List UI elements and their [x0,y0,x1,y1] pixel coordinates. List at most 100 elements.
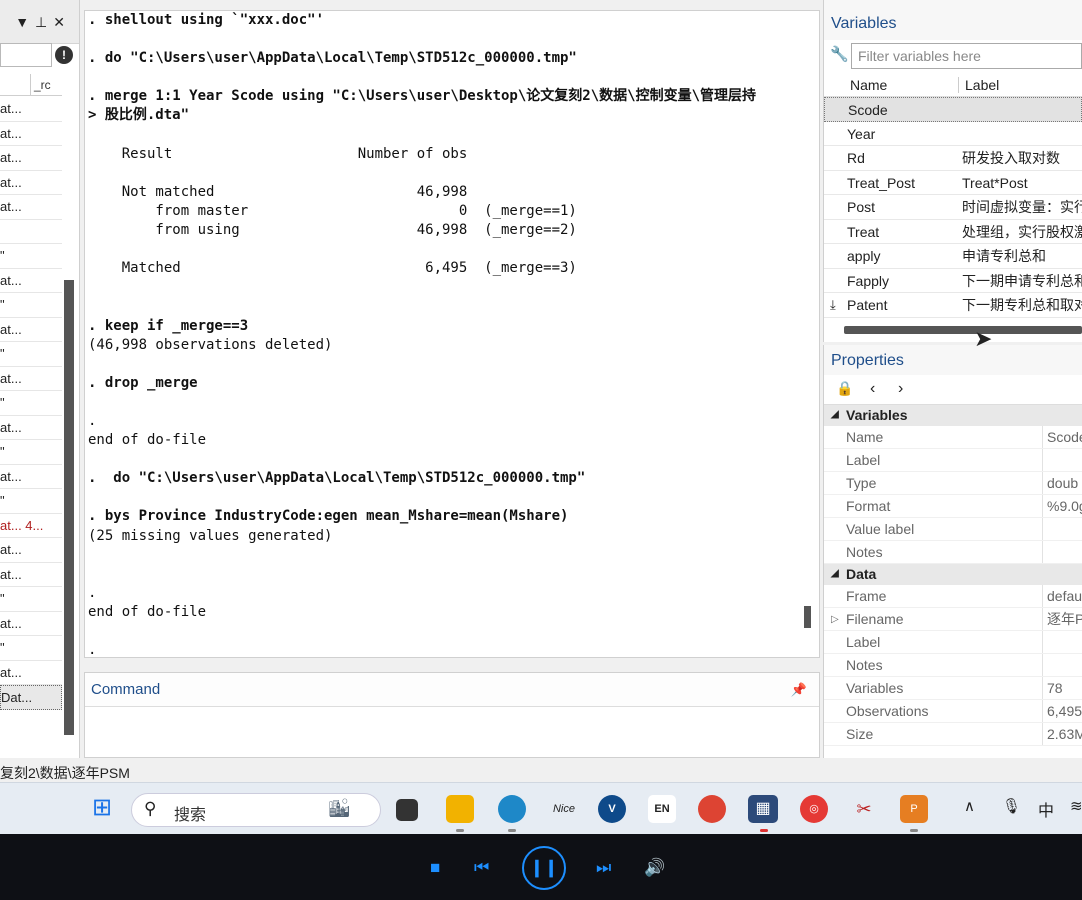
history-item[interactable]: " [0,587,62,612]
chevron-up-icon[interactable]: ∧ [964,797,975,815]
forward-arrow-icon[interactable]: › [898,380,903,398]
property-row[interactable]: Observations 6,495 [824,700,1082,723]
windows-taskbar: ⊞ ⚲ 搜索 🏙 Nice V EN ▦ ◎ ✂ P ∧ 🎙 中 ≋ [0,782,1082,834]
history-item[interactable] [0,220,62,244]
variables-col-label[interactable]: Label [958,77,999,93]
variable-row[interactable]: Fapply 下一期申请专利总和 [824,269,1082,293]
history-item[interactable]: at... [0,195,62,220]
history-item[interactable]: " [0,391,62,416]
history-item[interactable]: " [0,636,62,661]
history-item[interactable]: Dat... [0,685,62,710]
results-line: . do "C:\Users\user\AppData\Local\Temp\S… [88,470,586,487]
info-icon[interactable]: ! [55,46,73,64]
history-item[interactable]: at... [0,318,62,342]
property-row[interactable]: Size 2.63M [824,723,1082,746]
history-item[interactable]: " [0,489,62,514]
variable-row[interactable]: Treat 处理组，实行股权激 [824,220,1082,244]
pdf-app-icon[interactable]: P [900,795,928,823]
v-app-icon[interactable]: V [598,795,626,823]
previous-icon[interactable]: ⏮ [474,858,489,878]
next-icon[interactable]: ⏭ [596,858,611,878]
variables-filter-input[interactable]: Filter variables here [851,43,1082,69]
property-row[interactable]: Notes [824,541,1082,564]
variable-row[interactable]: Scode [824,97,1082,122]
nice-app-icon[interactable]: Nice [550,795,578,823]
stata-app-icon[interactable]: ▦ [748,795,778,823]
history-item[interactable]: at... [0,612,62,636]
history-item[interactable]: at... [0,465,62,489]
variable-name: Post [847,199,876,215]
edge-browser-icon[interactable] [498,795,526,823]
property-row[interactable]: Type doub [824,472,1082,495]
windows-start-icon[interactable]: ⊞ [88,795,116,823]
variable-row[interactable]: Rd 研发投入取对数 [824,146,1082,171]
history-toolbar-icons[interactable]: ▼⊥✕ [15,14,71,31]
properties-group-data[interactable]: ◢ Data [824,564,1082,585]
property-row[interactable]: Value label [824,518,1082,541]
expand-arrow-icon[interactable]: ▷ [831,608,839,631]
property-row[interactable]: Variables 78 [824,677,1082,700]
history-item[interactable]: at... [0,661,62,685]
history-item[interactable]: at... [0,538,62,563]
variable-row[interactable]: ⤓ Patent 下一期专利总和取对 [824,293,1082,318]
history-item[interactable]: " [0,342,62,367]
history-item[interactable]: at... [0,97,62,122]
task-view-icon[interactable] [396,799,418,821]
history-item[interactable]: at... [0,416,62,440]
wrench-icon[interactable]: 🔧 [830,45,849,63]
results-line [88,297,819,316]
pin-icon[interactable]: 📌 [791,682,807,698]
property-row[interactable]: Format %9.0g [824,495,1082,518]
variables-col-name[interactable]: Name [850,77,887,93]
property-key: Name [846,429,884,445]
volume-icon[interactable]: 🔊 [644,858,665,878]
property-row[interactable]: Label [824,449,1082,472]
history-scrollbar[interactable] [64,280,74,735]
collapse-triangle-icon[interactable]: ◢ [831,568,839,579]
history-item[interactable]: at... [0,171,62,195]
stop-icon[interactable]: ■ [430,858,440,878]
taskbar-search[interactable]: ⚲ 搜索 🏙 [131,793,381,827]
wifi-icon[interactable]: ≋ [1070,797,1082,815]
variable-row[interactable]: Post 时间虚拟变量：实行 [824,195,1082,220]
history-item[interactable]: at... 4... [0,514,62,538]
history-item[interactable]: at... [0,563,62,587]
file-explorer-icon[interactable] [446,795,474,823]
history-item[interactable]: " [0,293,62,318]
property-row[interactable]: Notes [824,654,1082,677]
lock-icon[interactable]: 🔒 [836,380,853,397]
variable-label: 研发投入取对数 [962,150,1060,166]
history-item[interactable]: at... [0,269,62,293]
netease-music-icon[interactable]: ◎ [800,795,828,823]
property-row[interactable]: Label [824,631,1082,654]
history-item[interactable]: at... [0,367,62,391]
variable-row[interactable]: apply 申请专利总和 [824,244,1082,269]
variable-label: 下一期专利总和取对 [962,297,1082,313]
variables-hscrollbar[interactable] [844,326,1082,334]
property-row[interactable]: Frame defau [824,585,1082,608]
pause-button[interactable]: ❙❙ [522,846,566,890]
variable-row[interactable]: Treat_Post Treat*Post [824,171,1082,195]
group-label: Data [846,566,877,582]
variable-row[interactable]: Year [824,122,1082,146]
en-app-icon[interactable]: EN [648,795,676,823]
results-scrollbar[interactable] [804,606,811,628]
ime-indicator[interactable]: 中 [1038,797,1054,821]
history-item[interactable]: at... [0,122,62,146]
microphone-icon[interactable]: 🎙 [1002,797,1021,815]
property-key: Observations [846,703,929,719]
property-row[interactable]: Name Scode [824,426,1082,449]
history-item[interactable]: " [0,440,62,465]
history-item[interactable]: at... [0,146,62,171]
command-input[interactable] [85,707,819,757]
chrome-icon[interactable] [698,795,726,823]
collapse-triangle-icon[interactable]: ◢ [831,409,839,420]
back-arrow-icon[interactable]: ‹ [870,380,875,398]
history-col-rc[interactable]: _rc [34,78,51,92]
property-value: 逐年P [1047,611,1082,627]
properties-group-variables[interactable]: ◢ Variables [824,405,1082,426]
history-filter-input[interactable] [0,43,52,67]
history-item[interactable]: " [0,244,62,269]
snipping-tool-icon[interactable]: ✂ [850,795,878,823]
property-row[interactable]: ▷ Filename 逐年P [824,608,1082,631]
